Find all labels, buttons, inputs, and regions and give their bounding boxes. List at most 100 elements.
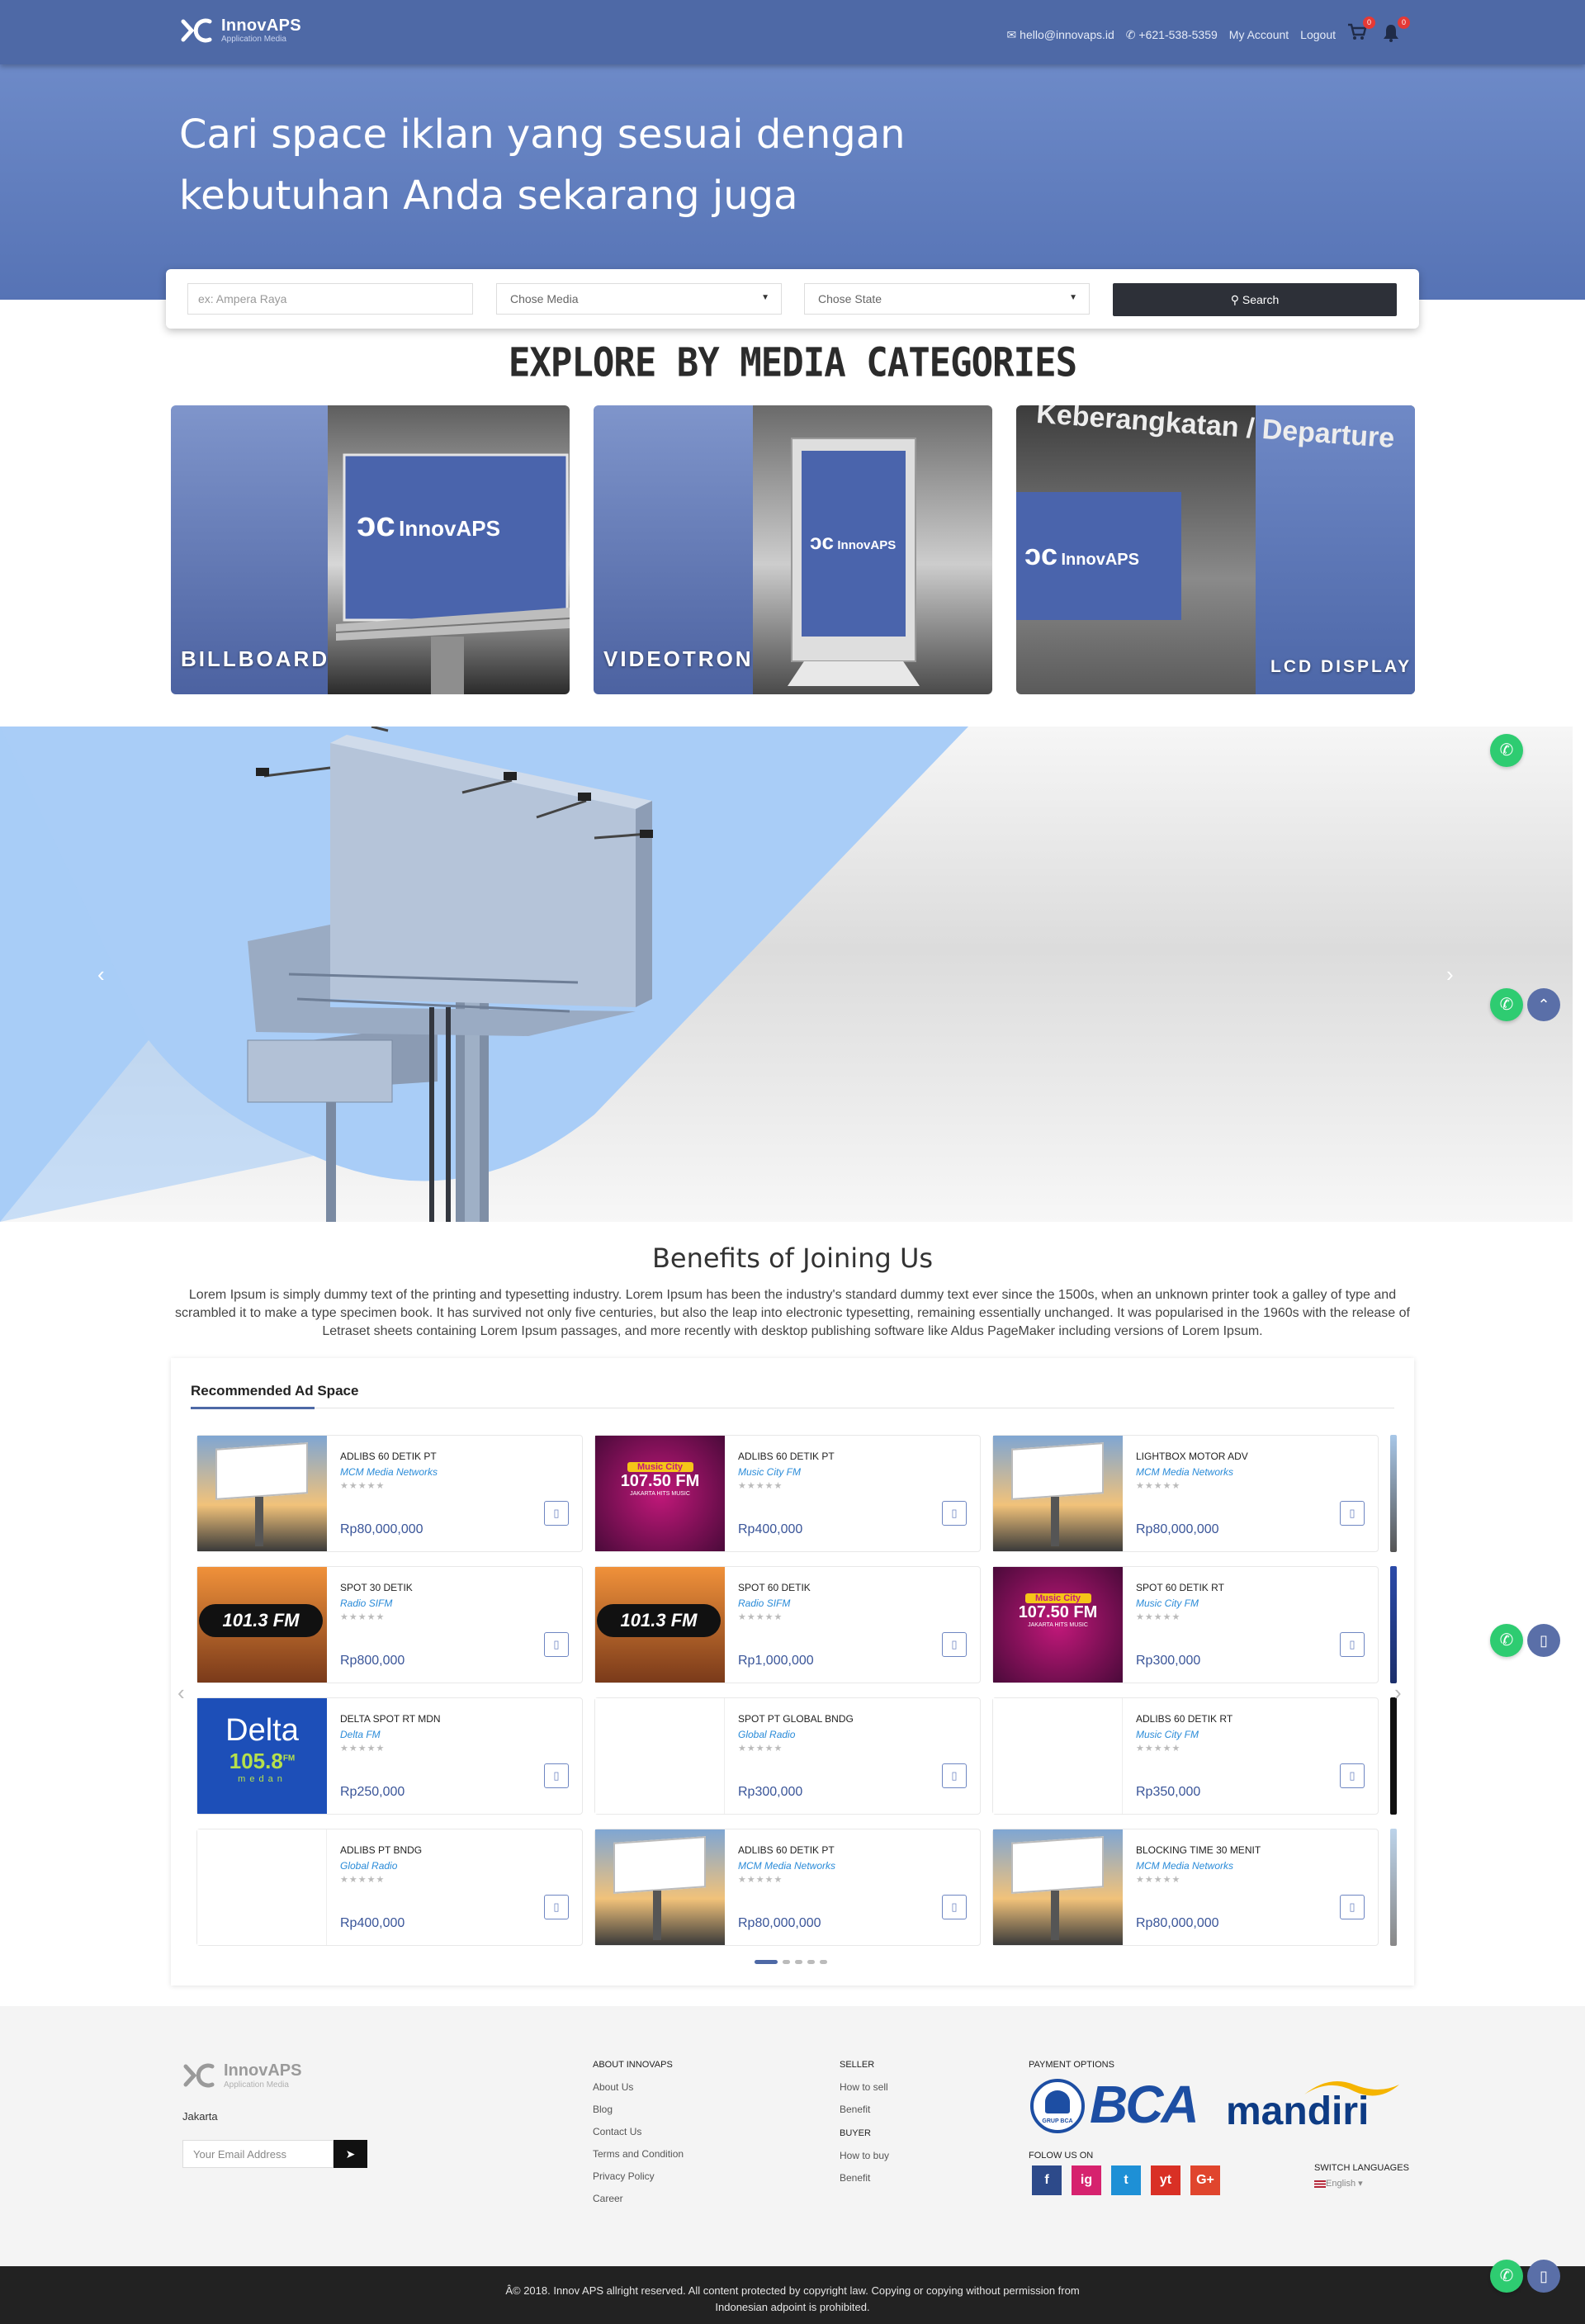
footer-link-terms[interactable]: Terms and Condition bbox=[593, 2148, 684, 2160]
ad-space-card[interactable]: BLOCKING TIME 30 MENIT MCM Media Networks… bbox=[992, 1829, 1379, 1946]
pagination-dot[interactable] bbox=[795, 1960, 802, 1964]
ad-seller[interactable]: MCM Media Networks bbox=[738, 1860, 835, 1872]
footer-link-career[interactable]: Career bbox=[593, 2193, 684, 2204]
whatsapp-float-button[interactable]: ✆ bbox=[1490, 734, 1523, 767]
ad-seller[interactable]: MCM Media Networks bbox=[1136, 1466, 1233, 1478]
location-search-input[interactable]: ex: Ampera Raya bbox=[187, 283, 473, 315]
add-to-cart-button[interactable]: ▯ bbox=[1340, 1763, 1365, 1788]
ad-space-card[interactable]: SPOT PT GLOBAL BNDG Global Radio ★★★★★ Rp30… bbox=[594, 1697, 981, 1815]
instagram-icon[interactable]: ig bbox=[1072, 2165, 1101, 2195]
pagination-dot[interactable] bbox=[820, 1960, 827, 1964]
state-select[interactable]: Chose State ▼ bbox=[804, 283, 1090, 315]
ad-seller[interactable]: Global Radio bbox=[340, 1860, 397, 1872]
ad-title[interactable]: SPOT 30 DETIK bbox=[340, 1582, 413, 1593]
ad-space-card[interactable]: ADLIBS 60 DETIK PT MCM Media Networks ★★★★… bbox=[196, 1435, 583, 1552]
add-to-cart-button[interactable]: ▯ bbox=[544, 1501, 569, 1526]
recommended-prev-button[interactable]: ‹ bbox=[177, 1680, 185, 1706]
category-card-lcd-display[interactable]: Keberangkatan / Departure ɔc InnovAPS LC… bbox=[1016, 405, 1415, 694]
whatsapp-float-button[interactable]: ✆ bbox=[1490, 2260, 1523, 2293]
ad-title[interactable]: SPOT 60 DETIK RT bbox=[1136, 1582, 1224, 1593]
ad-title[interactable]: ADLIBS PT BNDG bbox=[340, 1844, 422, 1856]
footer-link-privacy[interactable]: Privacy Policy bbox=[593, 2170, 684, 2182]
search-button[interactable]: ⚲ Search bbox=[1113, 283, 1397, 316]
ad-title[interactable]: SPOT PT GLOBAL BNDG bbox=[738, 1713, 854, 1725]
add-to-cart-button[interactable]: ▯ bbox=[544, 1632, 569, 1657]
phone-link[interactable]: ✆ +621-538-5359 bbox=[1126, 28, 1218, 42]
ad-seller[interactable]: Music City FM bbox=[738, 1466, 801, 1478]
ad-seller[interactable]: Delta FM bbox=[340, 1729, 381, 1740]
google-plus-icon[interactable]: G+ bbox=[1190, 2165, 1220, 2195]
whatsapp-float-button[interactable]: ✆ bbox=[1490, 988, 1523, 1021]
footer-logo[interactable]: InnovAPS Application Media bbox=[182, 2060, 301, 2091]
ad-space-card[interactable]: ADLIBS 60 DETIK PT MCM Media Networks ★★★★… bbox=[594, 1829, 981, 1946]
category-card-billboard[interactable]: ɔc InnovAPS BILLBOARD bbox=[171, 405, 570, 694]
ad-space-card[interactable]: ADLIBS 60 DETIK RT Music City FM ★★★★★ Rp35… bbox=[992, 1697, 1379, 1815]
ad-seller[interactable]: Radio SIFM bbox=[340, 1597, 392, 1609]
my-account-link[interactable]: My Account bbox=[1229, 28, 1289, 41]
ad-title[interactable]: DELTA SPOT RT MDN bbox=[340, 1713, 441, 1725]
ad-space-card[interactable]: Delta 105.8FM medan DELTA SPOT RT MDN Delta … bbox=[196, 1697, 583, 1815]
youtube-icon[interactable]: yt bbox=[1151, 2165, 1180, 2195]
footer-link-how-to-sell[interactable]: How to sell bbox=[840, 2081, 889, 2093]
mobile-float-button[interactable]: ▯ bbox=[1527, 2260, 1560, 2293]
facebook-icon[interactable]: f bbox=[1032, 2165, 1062, 2195]
ad-title[interactable]: ADLIBS 60 DETIK PT bbox=[738, 1844, 835, 1856]
newsletter-send-button[interactable]: ➤ bbox=[334, 2140, 367, 2168]
logo-mark-icon bbox=[183, 2063, 215, 2088]
ad-title[interactable]: BLOCKING TIME 30 MENIT bbox=[1136, 1844, 1261, 1856]
footer-link-blog[interactable]: Blog bbox=[593, 2104, 684, 2115]
add-to-cart-button[interactable]: ▯ bbox=[1340, 1501, 1365, 1526]
ad-title[interactable]: ADLIBS 60 DETIK PT bbox=[738, 1451, 835, 1462]
chevron-down-icon: ▼ bbox=[1069, 293, 1077, 302]
recommended-next-button[interactable]: › bbox=[1394, 1680, 1402, 1706]
add-to-cart-button[interactable]: ▯ bbox=[544, 1895, 569, 1919]
pagination-dot[interactable] bbox=[755, 1960, 778, 1964]
whatsapp-float-button[interactable]: ✆ bbox=[1490, 1624, 1523, 1657]
media-select[interactable]: Chose Media ▼ bbox=[496, 283, 782, 315]
pagination-dot[interactable] bbox=[783, 1960, 790, 1964]
cart-button[interactable]: 0 bbox=[1347, 17, 1375, 46]
footer-link-about-us[interactable]: About Us bbox=[593, 2081, 684, 2093]
add-to-cart-button[interactable]: ▯ bbox=[942, 1632, 967, 1657]
ad-seller[interactable]: MCM Media Networks bbox=[1136, 1860, 1233, 1872]
newsletter-email-input[interactable]: Your Email Address bbox=[182, 2140, 334, 2168]
pagination-dot[interactable] bbox=[807, 1960, 815, 1964]
email-link[interactable]: ✉ hello@innovaps.id bbox=[1007, 28, 1114, 42]
ad-title[interactable]: LIGHTBOX MOTOR ADV bbox=[1136, 1451, 1248, 1462]
site-logo[interactable]: InnovAPS Application Media bbox=[180, 15, 301, 46]
ad-seller[interactable]: Radio SIFM bbox=[738, 1597, 790, 1609]
footer-link-contact[interactable]: Contact Us bbox=[593, 2126, 684, 2137]
logout-link[interactable]: Logout bbox=[1300, 28, 1336, 41]
category-card-videotron[interactable]: ɔc InnovAPS VIDEOTRON bbox=[594, 405, 992, 694]
twitter-icon[interactable]: t bbox=[1111, 2165, 1141, 2195]
ad-space-card[interactable]: Music City 107.50 FM JAKARTA HITS MUSIC ADL… bbox=[594, 1435, 981, 1552]
ad-space-card[interactable]: 101.3 FM SPOT 60 DETIK Radio SIFM ★★★★★ Rp1,… bbox=[594, 1566, 981, 1683]
add-to-cart-button[interactable]: ▯ bbox=[942, 1763, 967, 1788]
ad-space-card[interactable]: ADLIBS PT BNDG Global Radio ★★★★★ Rp400,000… bbox=[196, 1829, 583, 1946]
carousel-prev-button[interactable]: ‹ bbox=[97, 962, 105, 987]
ad-seller[interactable]: Music City FM bbox=[1136, 1729, 1199, 1740]
add-to-cart-button[interactable]: ▯ bbox=[1340, 1895, 1365, 1919]
mobile-float-button[interactable]: ▯ bbox=[1527, 1624, 1560, 1657]
ad-title[interactable]: SPOT 60 DETIK bbox=[738, 1582, 811, 1593]
carousel-next-button[interactable]: › bbox=[1446, 962, 1454, 987]
ad-space-card[interactable]: 101.3 FM SPOT 30 DETIK Radio SIFM ★★★★★ Rp80… bbox=[196, 1566, 583, 1683]
ad-seller[interactable]: Music City FM bbox=[1136, 1597, 1199, 1609]
language-select[interactable]: English ▾ bbox=[1314, 2178, 1409, 2189]
footer-link-buyer-benefit[interactable]: Benefit bbox=[840, 2172, 889, 2184]
add-to-cart-button[interactable]: ▯ bbox=[544, 1763, 569, 1788]
ad-seller[interactable]: Global Radio bbox=[738, 1729, 795, 1740]
footer-link-how-to-buy[interactable]: How to buy bbox=[840, 2150, 889, 2161]
ad-title[interactable]: ADLIBS 60 DETIK PT bbox=[340, 1451, 437, 1462]
add-to-cart-button[interactable]: ▯ bbox=[942, 1501, 967, 1526]
notification-button[interactable]: 0 bbox=[1382, 17, 1410, 46]
ad-title[interactable]: ADLIBS 60 DETIK RT bbox=[1136, 1713, 1233, 1725]
scroll-top-button[interactable]: ⌃ bbox=[1527, 988, 1560, 1021]
ad-seller[interactable]: MCM Media Networks bbox=[340, 1466, 438, 1478]
add-to-cart-button[interactable]: ▯ bbox=[942, 1895, 967, 1919]
footer-link-seller-benefit[interactable]: Benefit bbox=[840, 2104, 889, 2115]
ad-space-card[interactable]: LIGHTBOX MOTOR ADV MCM Media Networks ★★★★… bbox=[992, 1435, 1379, 1552]
hero-carousel[interactable]: ‹ › bbox=[0, 727, 1573, 1222]
add-to-cart-button[interactable]: ▯ bbox=[1340, 1632, 1365, 1657]
ad-space-card[interactable]: Music City 107.50 FM JAKARTA HITS MUSIC SPO… bbox=[992, 1566, 1379, 1683]
